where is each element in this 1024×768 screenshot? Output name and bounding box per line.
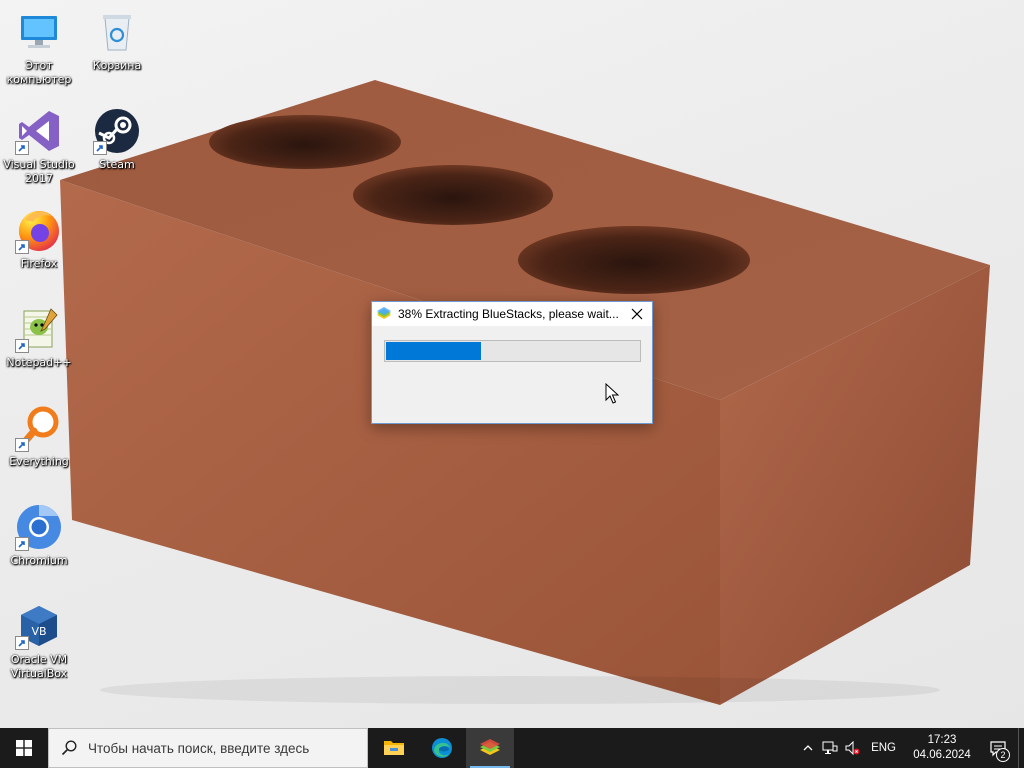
search-icon (61, 740, 77, 756)
clock[interactable]: 17:23 04.06.2024 (906, 733, 978, 763)
shortcut-arrow-icon (15, 537, 29, 551)
chromium-icon (15, 503, 63, 551)
taskbar-app-bluestacks[interactable] (466, 728, 514, 768)
start-button[interactable] (0, 728, 48, 768)
network-button[interactable] (819, 728, 841, 768)
chevron-up-icon (803, 745, 813, 751)
volume-button[interactable] (841, 728, 863, 768)
desktop-icon-label: Chromium (10, 554, 68, 567)
desktop-icon-firefox[interactable]: Firefox (0, 206, 78, 271)
shortcut-arrow-icon (15, 438, 29, 452)
desktop-icon-visual-studio[interactable]: Visual Studio 2017 (0, 107, 78, 186)
desktop-icon-label: Steam (99, 158, 135, 171)
show-desktop-button[interactable] (1018, 728, 1024, 768)
visual-studio-icon (15, 107, 63, 155)
clock-date: 04.06.2024 (913, 749, 971, 761)
steam-icon (93, 107, 141, 155)
desktop-icon-label: Этот компьютер (6, 59, 72, 86)
desktop-icon-label: Everything (9, 455, 69, 468)
volume-muted-icon (845, 740, 860, 756)
shortcut-arrow-icon (15, 636, 29, 650)
notepadpp-icon (15, 305, 63, 353)
windows-logo-icon (16, 740, 32, 756)
shortcut-arrow-icon (93, 141, 107, 155)
edge-icon (432, 738, 452, 758)
virtualbox-icon: VB (15, 602, 63, 650)
desktop-icon-label: Notepad++ (6, 356, 72, 369)
desktop-icon-this-pc[interactable]: Этот компьютер (0, 8, 78, 87)
desktop-icon-recycle-bin[interactable]: Корзина (78, 8, 156, 73)
recycle-bin-icon (93, 8, 141, 56)
dialog-titlebar[interactable]: 38% Extracting BlueStacks, please wait..… (372, 302, 652, 326)
svg-text:VB: VB (31, 625, 46, 638)
desktop-icon-label: Корзина (92, 59, 142, 72)
shortcut-arrow-icon (15, 339, 29, 353)
bluestacks-icon (376, 306, 392, 322)
extract-progress-dialog[interactable]: 38% Extracting BlueStacks, please wait..… (371, 301, 653, 424)
taskbar-search-box[interactable]: Чтобы начать поиск, введите здесь (48, 728, 368, 768)
desktop-icon-label: Oracle VM VirtualBox (10, 653, 68, 680)
bluestacks-icon (480, 739, 500, 755)
show-hidden-icons-button[interactable] (797, 728, 819, 768)
desktop-icon-steam[interactable]: Steam (78, 107, 156, 172)
taskbar: Чтобы начать поиск, введите здесь ENG 17… (0, 728, 1024, 768)
shortcut-arrow-icon (15, 141, 29, 155)
shortcut-arrow-icon (15, 240, 29, 254)
desktop-icon-label: Firefox (20, 257, 58, 270)
extract-progress-bar (384, 340, 641, 362)
progress-fill (386, 342, 481, 360)
dialog-title: 38% Extracting BlueStacks, please wait..… (398, 307, 619, 321)
close-button[interactable] (622, 302, 652, 326)
system-tray: ENG 17:23 04.06.2024 2 (797, 728, 1024, 768)
desktop-icon-virtualbox[interactable]: VB Oracle VM VirtualBox (0, 602, 78, 681)
firefox-icon (15, 206, 63, 254)
desktop-icon-notepadpp[interactable]: Notepad++ (0, 305, 78, 370)
mouse-cursor (605, 383, 619, 404)
taskbar-app-file-explorer[interactable] (370, 728, 418, 768)
everything-icon (15, 404, 63, 452)
clock-time: 17:23 (927, 734, 957, 746)
folder-icon (384, 741, 404, 755)
desktop-icon-label: Visual Studio 2017 (3, 158, 75, 185)
action-center-button[interactable]: 2 (978, 728, 1018, 768)
taskbar-app-edge[interactable] (418, 728, 466, 768)
desktop-icon-chromium[interactable]: Chromium (0, 503, 78, 568)
notification-count-badge: 2 (996, 748, 1010, 762)
network-icon (822, 741, 838, 754)
input-language-indicator[interactable]: ENG (863, 742, 906, 754)
desktop-icon-everything[interactable]: Everything (0, 404, 78, 469)
computer-icon (15, 8, 63, 56)
search-placeholder: Чтобы начать поиск, введите здесь (88, 740, 310, 756)
close-icon (631, 308, 643, 320)
